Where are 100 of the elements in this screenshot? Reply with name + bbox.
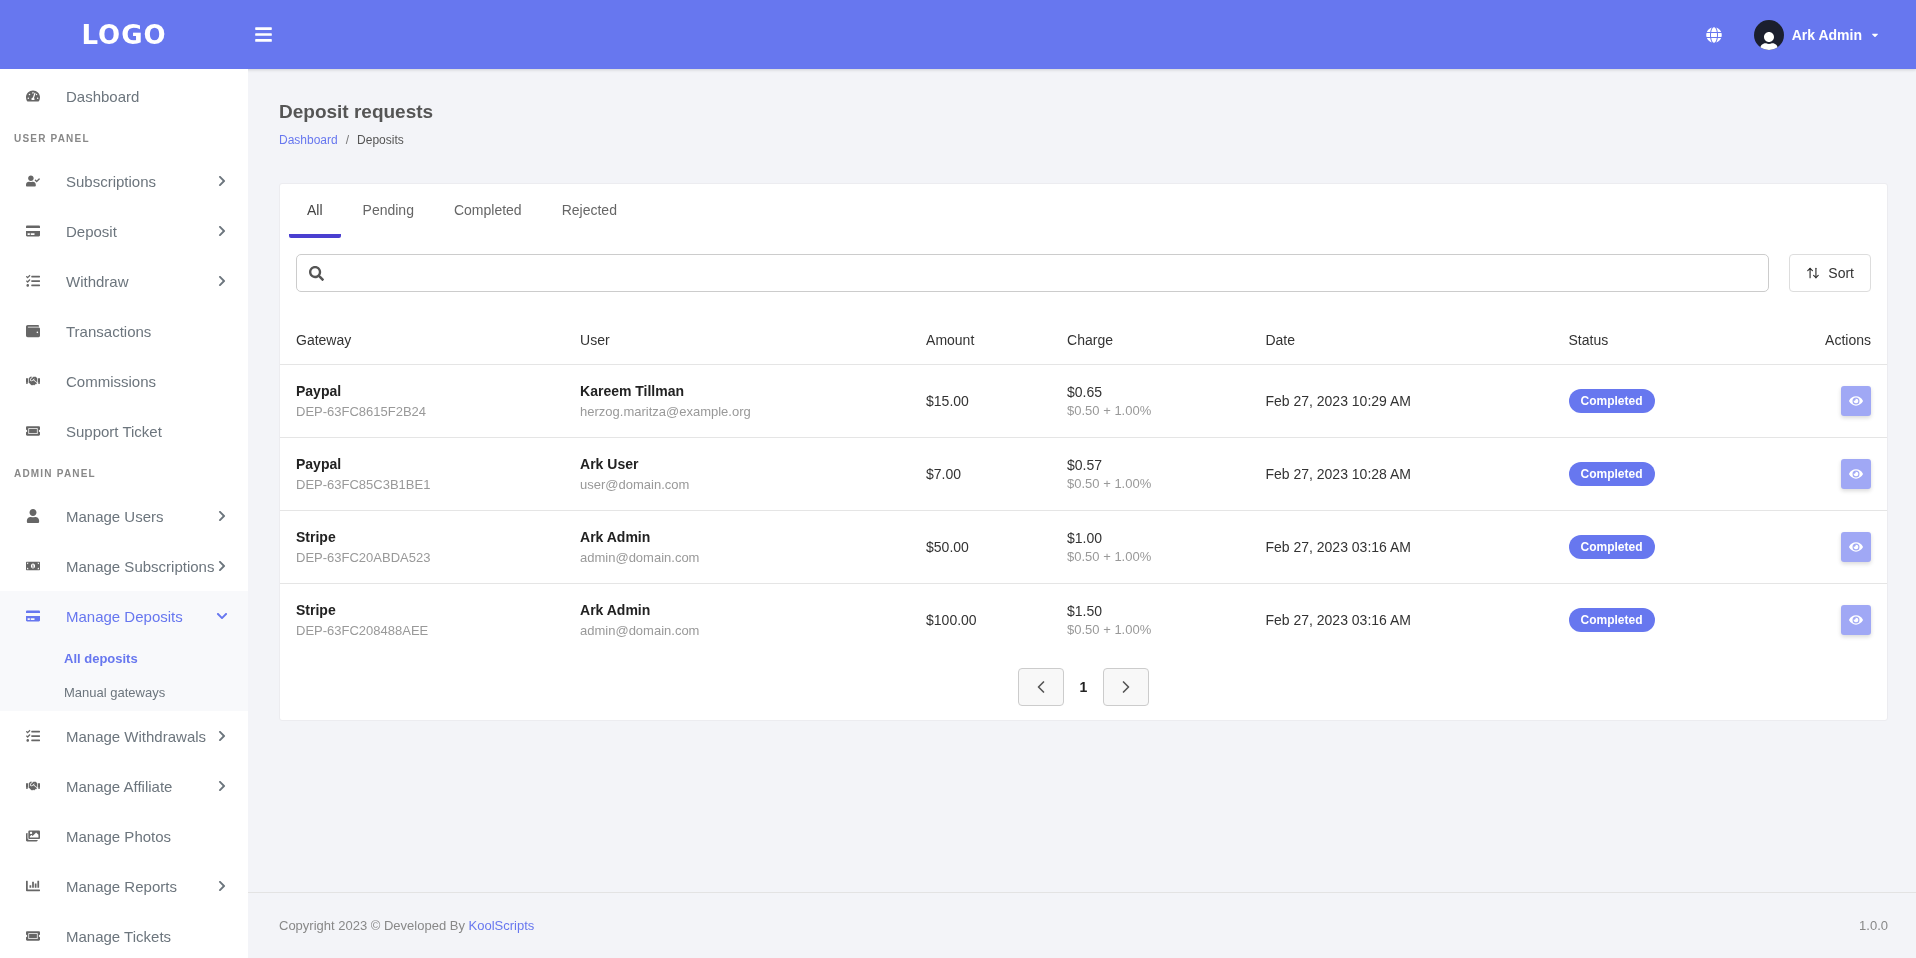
previous-page-button[interactable]: [1017, 668, 1064, 706]
column-header: Date: [1249, 318, 1553, 365]
sidebar-heading: ADMIN PANEL: [13, 467, 97, 481]
charge: $0.65: [1067, 384, 1104, 400]
sidebar-item[interactable]: Manage Deposits: [0, 591, 248, 641]
charge-formula: $0.50 + 1.00%: [1067, 476, 1153, 491]
sidebar-subitem[interactable]: All deposits: [0, 641, 248, 675]
chevron-right-icon: [216, 175, 228, 187]
sidebar-item[interactable]: Support Ticket: [0, 406, 248, 456]
chevron-right-icon: [216, 780, 228, 792]
card-icon: [26, 224, 40, 238]
breadcrumb-separator: /: [345, 133, 350, 147]
view-button[interactable]: [1841, 459, 1871, 489]
charge: $1.00: [1067, 530, 1104, 546]
sidebar-item[interactable]: Withdraw: [0, 256, 248, 306]
banknote-icon: [26, 559, 40, 573]
date: Feb 27, 2023 10:29 AM: [1265, 393, 1412, 409]
sidebar-heading: USER PANEL: [13, 132, 91, 146]
sidebar-item[interactable]: Subscriptions: [0, 156, 248, 206]
view-button[interactable]: [1841, 386, 1871, 416]
next-page-button[interactable]: [1103, 668, 1150, 706]
gateway-name: Stripe: [296, 602, 337, 618]
user-icon: [26, 509, 40, 523]
sidebar-subitem[interactable]: Manual gateways: [0, 675, 248, 709]
sidebar-item[interactable]: Dashboard: [0, 71, 248, 121]
sidebar-item[interactable]: Manage Photos: [0, 811, 248, 861]
sidebar-item[interactable]: Manage Affiliate: [0, 761, 248, 811]
search-field[interactable]: [296, 254, 1770, 292]
breadcrumb-link[interactable]: Dashboard: [279, 133, 338, 147]
chevron-down-icon: [216, 610, 228, 622]
checklist-icon: [26, 729, 40, 743]
globe-icon: [1705, 26, 1722, 43]
developer-link[interactable]: KoolScripts: [468, 918, 535, 933]
charge-formula: $0.50 + 1.00%: [1067, 549, 1153, 564]
card-icon: [26, 609, 40, 623]
eye-icon: [1849, 540, 1863, 554]
column-header: User: [564, 318, 911, 365]
amount: $100.00: [926, 612, 978, 628]
checklist-icon: [26, 274, 40, 288]
column-header: Actions: [1753, 318, 1887, 365]
user-menu-button[interactable]: Ark Admin: [1747, 18, 1886, 51]
version: 1.0.0: [1859, 918, 1888, 933]
status-badge: Completed: [1568, 389, 1655, 413]
sidebar-item[interactable]: Commissions: [0, 356, 248, 406]
user-name: Kareem Tillman: [580, 383, 686, 399]
page-number[interactable]: 1: [1067, 679, 1100, 695]
gateway-name: Paypal: [296, 456, 343, 472]
chevron-right-icon: [216, 275, 228, 287]
sidebar-item[interactable]: Manage Reports: [0, 861, 248, 911]
amount: $7.00: [926, 466, 963, 482]
bar-chart-icon: [26, 879, 40, 893]
avatar-icon: [1753, 19, 1784, 50]
date: Feb 27, 2023 10:28 AM: [1265, 466, 1412, 482]
charge-formula: $0.50 + 1.00%: [1067, 403, 1153, 418]
date: Feb 27, 2023 03:16 AM: [1265, 612, 1412, 628]
ticket-icon: [26, 929, 40, 943]
sidebar-item[interactable]: Manage Tickets: [0, 911, 248, 958]
reference-code: DEP-63FC8615F2B24: [296, 404, 428, 419]
tab[interactable]: Pending: [344, 184, 432, 238]
user-name: Ark User: [580, 456, 640, 472]
column-header: Status: [1552, 318, 1754, 365]
reference-code: DEP-63FC20ABDA523: [296, 550, 432, 565]
user-check-icon: [26, 174, 40, 188]
user-name: Ark Admin: [580, 529, 652, 545]
page-title: Deposit requests: [279, 101, 435, 123]
eye-icon: [1849, 394, 1863, 408]
view-button[interactable]: [1841, 605, 1871, 635]
amount: $50.00: [926, 539, 970, 555]
column-header: Charge: [1051, 318, 1250, 365]
chevron-right-icon: [216, 880, 228, 892]
user-name: Ark Admin: [580, 602, 652, 618]
eye-icon: [1849, 613, 1863, 627]
charge: $0.57: [1067, 457, 1104, 473]
date: Feb 27, 2023 03:16 AM: [1265, 539, 1412, 555]
column-header: Gateway: [280, 318, 565, 365]
user-email: user@domain.com: [580, 477, 691, 492]
amount: $15.00: [926, 393, 970, 409]
tab[interactable]: All: [289, 184, 341, 238]
view-button[interactable]: [1841, 532, 1871, 562]
sidebar-item[interactable]: Manage Users: [0, 491, 248, 541]
sidebar-item[interactable]: Transactions: [0, 306, 248, 356]
tab[interactable]: Rejected: [543, 184, 635, 238]
sort-button[interactable]: Sort: [1789, 254, 1871, 292]
column-header: Amount: [910, 318, 1052, 365]
handshake-icon: [26, 779, 40, 793]
tab[interactable]: Completed: [435, 184, 540, 238]
sidebar-item[interactable]: Manage Subscriptions: [0, 541, 248, 591]
gauge-icon: [26, 89, 40, 103]
sidebar-item[interactable]: Manage Withdrawals: [0, 711, 248, 761]
gateway-name: Paypal: [296, 383, 343, 399]
status-badge: Completed: [1568, 535, 1655, 559]
images-icon: [26, 829, 40, 843]
breadcrumb-current: Deposits: [357, 133, 404, 147]
handshake-icon: [26, 374, 40, 388]
status-badge: Completed: [1568, 608, 1655, 632]
sidebar-item[interactable]: Deposit: [0, 206, 248, 256]
user-email: admin@domain.com: [580, 623, 701, 638]
reference-code: DEP-63FC208488AEE: [296, 623, 430, 638]
charge-formula: $0.50 + 1.00%: [1067, 622, 1153, 637]
chevron-right-icon: [216, 510, 228, 522]
